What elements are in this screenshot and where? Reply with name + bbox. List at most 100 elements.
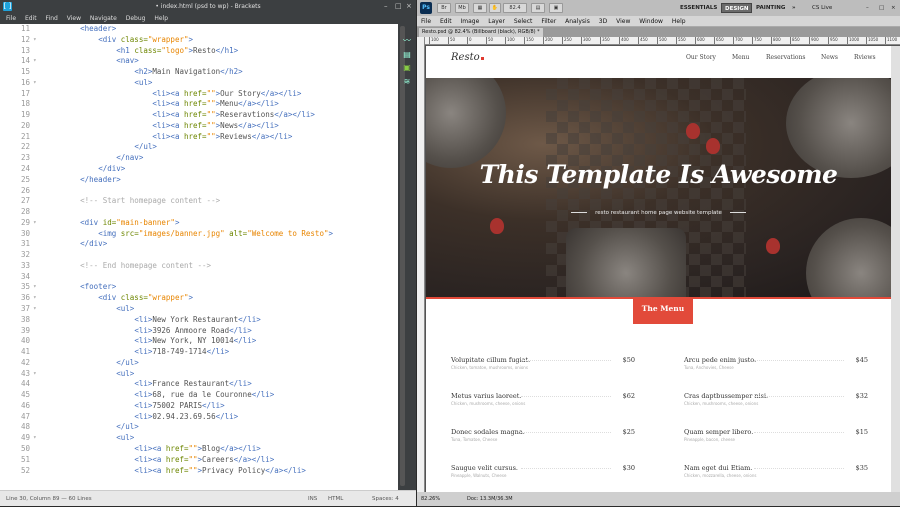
fold-arrow-icon[interactable]: ▾ — [33, 78, 39, 89]
code-line[interactable]: <li><a href="">Blog</a></li> — [44, 444, 260, 455]
code-line[interactable]: <li>France Restaurant</li> — [44, 379, 251, 390]
live-preview-icon[interactable]: 〰 — [402, 36, 412, 46]
scroll-thumb[interactable] — [400, 26, 405, 486]
code-line[interactable]: <!-- Start homepage content --> — [44, 196, 220, 207]
bridge-icon[interactable]: Br — [437, 3, 451, 13]
fold-arrow-icon[interactable]: ▾ — [33, 35, 39, 46]
ps-menu-help[interactable]: Help — [672, 18, 686, 25]
code-line[interactable]: </ul> — [44, 142, 157, 153]
code-line[interactable]: <div class="wrapper"> — [44, 293, 193, 304]
code-line[interactable]: <li><a href="">Reviews</a></li> — [44, 132, 292, 143]
extension-manager-icon[interactable]: ▤ — [402, 50, 412, 60]
code-line[interactable]: <header> — [44, 24, 116, 35]
code-line[interactable]: <li>75002 PARIS</li> — [44, 401, 224, 412]
cs-live-button[interactable]: CS Live — [809, 3, 835, 13]
code-line[interactable]: <li><a href="">Reseravtions</a></li> — [44, 110, 315, 121]
ps-menu-window[interactable]: Window — [639, 18, 663, 25]
ps-menu-3d[interactable]: 3D — [599, 18, 607, 25]
workspace-design[interactable]: DESIGN — [721, 3, 753, 13]
menu-help[interactable]: Help — [154, 15, 168, 22]
workspace-more[interactable]: » — [789, 3, 799, 13]
code-line[interactable]: <ul> — [44, 78, 152, 89]
menu-view[interactable]: View — [67, 15, 81, 22]
code-line[interactable]: </ul> — [44, 422, 139, 433]
menu-file[interactable]: File — [6, 15, 16, 22]
ps-maximize-icon[interactable]: □ — [876, 3, 887, 13]
ps-menu-view[interactable]: View — [616, 18, 630, 25]
code-line[interactable]: <h2>Main Navigation</h2> — [44, 67, 242, 78]
maximize-icon[interactable]: □ — [395, 0, 402, 13]
fold-arrow-icon[interactable]: ▾ — [33, 56, 39, 67]
code-line[interactable]: <nav> — [44, 56, 139, 67]
hand-tool-icon[interactable]: ✋ — [489, 3, 501, 13]
document-canvas[interactable]: Resto Our Story Menu Reservations News R… — [426, 46, 891, 492]
code-line[interactable]: <div id="main-banner"> — [44, 218, 179, 229]
language-mode[interactable]: HTML — [328, 491, 343, 507]
ps-menu-filter[interactable]: Filter — [541, 18, 556, 25]
code-line[interactable]: </header> — [44, 175, 121, 186]
workspace-painting[interactable]: PAINTING — [753, 3, 788, 13]
menu-find[interactable]: Find — [46, 15, 58, 22]
ps-menu-image[interactable]: Image — [461, 18, 480, 25]
code-line[interactable]: <li><a href="">Menu</a></li> — [44, 99, 278, 110]
code-line[interactable]: <li>3926 Anmoore Road</li> — [44, 326, 251, 337]
brackets-menu-bar: File Edit Find View Navigate Debug Help — [0, 13, 416, 24]
fold-arrow-icon[interactable]: ▾ — [33, 304, 39, 315]
minimize-icon[interactable]: – — [384, 0, 388, 13]
code-line[interactable]: <li><a href="">Privacy Policy</a></li> — [44, 466, 306, 477]
ps-minimize-icon[interactable]: – — [863, 3, 872, 13]
code-line[interactable]: <li>68, rue da le Couronne</li> — [44, 390, 274, 401]
code-line[interactable]: <li><a href="">Careers</a></li> — [44, 455, 274, 466]
code-line[interactable]: <li><a href="">News</a></li> — [44, 121, 278, 132]
canvas-scrollbar[interactable] — [891, 46, 900, 492]
ps-close-icon[interactable]: × — [888, 3, 899, 13]
code-line[interactable]: </div> — [44, 239, 107, 250]
fold-arrow-icon[interactable]: ▾ — [33, 433, 39, 444]
ps-menu-analysis[interactable]: Analysis — [565, 18, 590, 25]
fold-arrow-icon[interactable]: ▾ — [33, 293, 39, 304]
code-line[interactable]: <img src="images/banner.jpg" alt="Welcom… — [44, 229, 333, 240]
code-line[interactable]: <h1 class="logo">Resto</h1> — [44, 46, 238, 57]
code-line[interactable]: <li>New York Restaurant</li> — [44, 315, 260, 326]
code-line[interactable]: <ul> — [44, 433, 134, 444]
ins-mode[interactable]: INS — [308, 491, 317, 507]
code-editor[interactable]: 11 <header> 12 ▾ <div class="wrapper"> 13 <… — [0, 24, 398, 490]
plugin-icon[interactable]: ▣ — [402, 63, 412, 73]
fold-arrow-icon[interactable]: ▾ — [33, 369, 39, 380]
code-line[interactable]: </ul> — [44, 358, 139, 369]
code-line[interactable]: <div class="wrapper"> — [44, 35, 193, 46]
menu-navigate[interactable]: Navigate — [90, 15, 117, 22]
ps-menu-file[interactable]: File — [421, 18, 431, 25]
menu-item: Quam semper libero. $15 Pineapple, bacon, … — [684, 428, 868, 448]
zoom-level[interactable]: 82.4 — [503, 3, 527, 13]
extras-icon[interactable]: ▤ — [531, 3, 545, 13]
ps-menu-edit[interactable]: Edit — [440, 18, 452, 25]
menu-item: Donec sodales magna. $25 Tuna, Tomatoe, Ch… — [451, 428, 635, 448]
code-line[interactable]: <ul> — [44, 369, 134, 380]
code-line[interactable]: </div> — [44, 164, 125, 175]
code-line[interactable]: <li>02.94.23.69.56</li> — [44, 412, 238, 423]
menu-edit[interactable]: Edit — [25, 15, 37, 22]
code-line[interactable]: <footer> — [44, 282, 116, 293]
code-line[interactable]: </nav> — [44, 153, 143, 164]
code-line[interactable]: <!-- End homepage content --> — [44, 261, 211, 272]
fold-arrow-icon[interactable]: ▾ — [33, 218, 39, 229]
code-line[interactable]: <li><a href="">Our Story</a></li> — [44, 89, 301, 100]
arrange-icon[interactable]: ▦ — [473, 3, 487, 13]
code-line[interactable]: <ul> — [44, 304, 134, 315]
ps-menu-layer[interactable]: Layer — [488, 18, 505, 25]
document-tab[interactable]: Resto.psd @ 82.4% (Billboard (black), RG… — [419, 28, 543, 37]
editor-scrollbar[interactable] — [398, 24, 416, 490]
code-line[interactable]: <li>718-749-1714</li> — [44, 347, 229, 358]
screen-mode-icon[interactable]: ▣ — [549, 3, 563, 13]
indent-spaces[interactable]: Spaces: 4 — [372, 491, 399, 507]
ps-menu-select[interactable]: Select — [514, 18, 533, 25]
minibridge-icon[interactable]: Mb — [455, 3, 469, 13]
menu-debug[interactable]: Debug — [126, 15, 146, 22]
close-icon[interactable]: × — [406, 0, 412, 13]
fold-arrow-icon[interactable]: ▾ — [33, 282, 39, 293]
status-zoom[interactable]: 82.26% — [421, 492, 440, 506]
workspace-essentials[interactable]: ESSENTIALS — [677, 3, 720, 13]
layers-icon[interactable]: ≋ — [402, 77, 412, 87]
code-line[interactable]: <li>New York, NY 10014</li> — [44, 336, 256, 347]
